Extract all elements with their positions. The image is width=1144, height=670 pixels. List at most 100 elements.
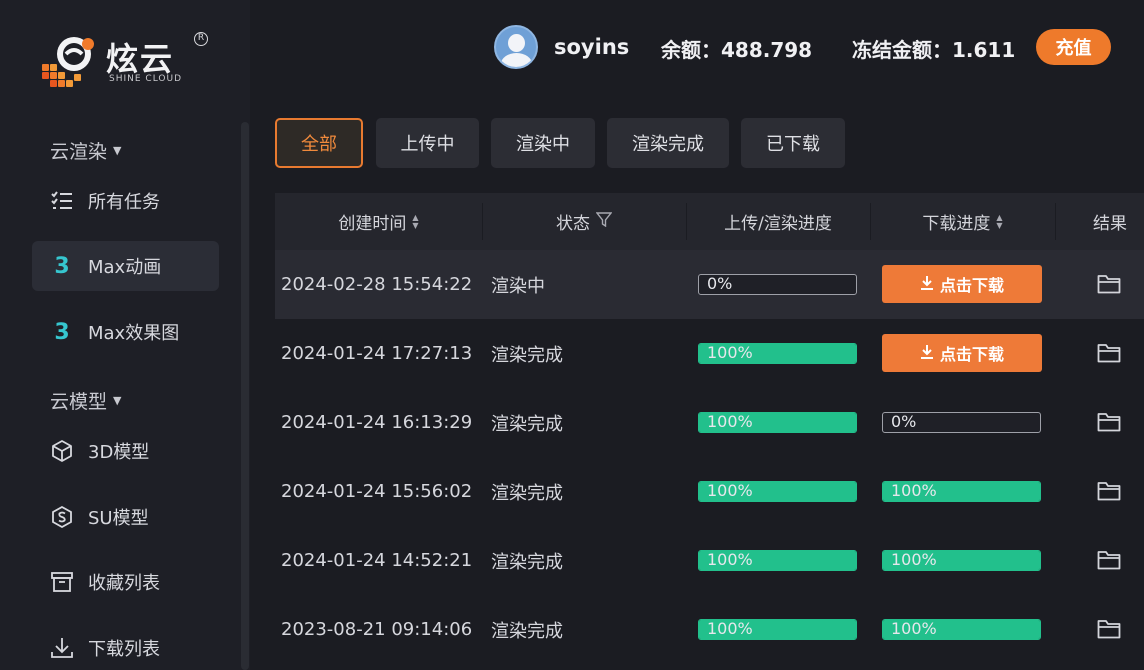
render-progress-bar: 100% bbox=[698, 619, 857, 640]
tab-render-complete[interactable]: 渲染完成 bbox=[607, 118, 729, 168]
sidebar-item-3d-model[interactable]: 3D模型 bbox=[32, 426, 219, 476]
caret-down-icon: ▼ bbox=[113, 144, 122, 157]
folder-icon[interactable] bbox=[1097, 619, 1121, 641]
render-progress-bar: 100% bbox=[698, 412, 857, 433]
status-cell: 渲染中 bbox=[491, 275, 545, 297]
render-progress-text: 100% bbox=[707, 619, 753, 638]
download-progress-bar: 100% bbox=[882, 619, 1041, 640]
task-table: 创建时间 ▲ ▼ 状态 上传/渲染进度 下载进度 ▲ ▼ 结果 2024-02-28… bbox=[275, 193, 1144, 670]
tab-uploading[interactable]: 上传中 bbox=[376, 118, 479, 168]
nav-group-label: 云渲染 bbox=[50, 141, 108, 163]
column-download-progress[interactable]: 下载进度 ▲ ▼ bbox=[870, 193, 1055, 250]
download-progress-text: 100% bbox=[891, 550, 937, 569]
tab-downloaded[interactable]: 已下载 bbox=[741, 118, 845, 168]
created-time-cell: 2024-01-24 17:27:13 bbox=[281, 343, 473, 364]
status-cell: 渲染完成 bbox=[491, 551, 563, 573]
download-button-label: 点击下载 bbox=[939, 276, 1004, 295]
download-progress-bar: 100% bbox=[882, 550, 1041, 571]
render-progress-text: 100% bbox=[707, 343, 753, 362]
status-cell: 渲染完成 bbox=[491, 344, 563, 366]
download-progress-text: 100% bbox=[891, 481, 937, 500]
shine-cloud-logo-icon bbox=[42, 37, 94, 87]
table-row[interactable]: 2024-01-24 14:52:21 渲染完成 100% 100% bbox=[275, 526, 1144, 595]
table-row[interactable]: 2024-01-24 16:13:29 渲染完成 100% 0% bbox=[275, 388, 1144, 457]
sidebar-item-all-tasks[interactable]: 所有任务 bbox=[32, 176, 219, 226]
nav-group-cloud-render[interactable]: 云渲染 ▼ bbox=[50, 137, 121, 164]
tab-rendering[interactable]: 渲染中 bbox=[491, 118, 595, 168]
download-progress-bar: 0% bbox=[882, 412, 1041, 433]
download-progress-bar: 100% bbox=[882, 481, 1041, 502]
frozen-amount-text: 冻结金额：1.611 bbox=[852, 38, 1016, 62]
render-progress-bar: 100% bbox=[698, 343, 857, 364]
nav-group-label: 云模型 bbox=[50, 391, 108, 413]
sort-icon: ▲ ▼ bbox=[996, 212, 1003, 230]
download-button-label: 点击下载 bbox=[939, 345, 1004, 364]
folder-icon[interactable] bbox=[1097, 343, 1121, 365]
render-progress-text: 100% bbox=[707, 481, 753, 500]
download-icon bbox=[50, 636, 74, 660]
sidebar-item-label: Max效果图 bbox=[88, 323, 180, 344]
sidebar: 炫云 R SHINE CLOUD 云渲染 ▼ 所有任务 3 Max动画 3 Ma… bbox=[0, 0, 250, 670]
table-row[interactable]: 2024-01-24 17:27:13 渲染完成 100% 点击下载 bbox=[275, 319, 1144, 388]
filter-icon bbox=[595, 211, 613, 232]
download-button[interactable]: 点击下载 bbox=[882, 334, 1042, 372]
list-icon bbox=[50, 189, 74, 213]
sidebar-item-label: 3D模型 bbox=[88, 442, 150, 463]
sidebar-item-label: 下载列表 bbox=[88, 639, 160, 660]
3dsmax-icon: 3 bbox=[54, 319, 70, 345]
sidebar-item-label: SU模型 bbox=[88, 508, 149, 529]
registered-mark: R bbox=[194, 32, 208, 46]
folder-icon[interactable] bbox=[1097, 550, 1121, 572]
render-progress-bar: 0% bbox=[698, 274, 857, 295]
cube-icon bbox=[50, 439, 74, 463]
balance-text: 余额：488.798 bbox=[661, 38, 813, 62]
table-row[interactable]: 2024-02-28 15:54:22 渲染中 0% 点击下载 bbox=[275, 250, 1144, 319]
status-cell: 渲染完成 bbox=[491, 482, 563, 504]
column-created-time[interactable]: 创建时间 ▲ ▼ bbox=[275, 193, 482, 250]
sidebar-item-max-animation[interactable]: 3 Max动画 bbox=[32, 241, 219, 291]
status-cell: 渲染完成 bbox=[491, 620, 563, 642]
nav-group-cloud-model[interactable]: 云模型 ▼ bbox=[50, 387, 121, 414]
sidebar-item-favorites[interactable]: 收藏列表 bbox=[32, 557, 219, 607]
download-icon bbox=[920, 344, 934, 363]
download-progress-text: 0% bbox=[891, 412, 917, 431]
download-button[interactable]: 点击下载 bbox=[882, 265, 1042, 303]
column-status[interactable]: 状态 bbox=[482, 193, 686, 250]
column-result: 结果 bbox=[1093, 214, 1127, 234]
tab-all[interactable]: 全部 bbox=[275, 118, 363, 168]
created-time-cell: 2024-02-28 15:54:22 bbox=[281, 274, 473, 295]
created-time-cell: 2023-08-21 09:14:06 bbox=[281, 619, 473, 640]
username: soyins bbox=[554, 35, 630, 59]
su-icon bbox=[50, 505, 74, 529]
table-header: 创建时间 ▲ ▼ 状态 上传/渲染进度 下载进度 ▲ ▼ 结果 bbox=[275, 193, 1144, 250]
sidebar-item-su-model[interactable]: SU模型 bbox=[32, 492, 219, 542]
sort-icon: ▲ ▼ bbox=[412, 212, 419, 230]
folder-icon[interactable] bbox=[1097, 481, 1121, 503]
sidebar-item-max-render[interactable]: 3 Max效果图 bbox=[32, 307, 219, 357]
status-cell: 渲染完成 bbox=[491, 413, 563, 435]
render-progress-text: 100% bbox=[707, 550, 753, 569]
created-time-cell: 2024-01-24 14:52:21 bbox=[281, 550, 473, 571]
brand-logo[interactable]: 炫云 R SHINE CLOUD bbox=[40, 30, 220, 92]
folder-icon[interactable] bbox=[1097, 412, 1121, 434]
3dsmax-icon: 3 bbox=[54, 253, 70, 279]
render-progress-text: 0% bbox=[707, 274, 733, 293]
table-row[interactable]: 2023-08-21 09:14:06 渲染完成 100% 100% bbox=[275, 595, 1144, 664]
download-icon bbox=[920, 275, 934, 294]
archive-icon bbox=[50, 570, 74, 594]
sidebar-item-label: 所有任务 bbox=[88, 192, 160, 213]
created-time-cell: 2024-01-24 16:13:29 bbox=[281, 412, 473, 433]
sidebar-item-downloads[interactable]: 下载列表 bbox=[32, 623, 219, 670]
folder-icon[interactable] bbox=[1097, 274, 1121, 296]
sidebar-scrollbar[interactable] bbox=[241, 122, 249, 670]
user-profile[interactable]: soyins bbox=[494, 25, 629, 69]
sidebar-item-label: Max动画 bbox=[88, 257, 162, 278]
brand-subtitle: SHINE CLOUD bbox=[109, 74, 182, 84]
recharge-button[interactable]: 充值 bbox=[1036, 29, 1111, 65]
sidebar-item-label: 收藏列表 bbox=[88, 573, 160, 594]
avatar[interactable] bbox=[494, 25, 538, 69]
render-progress-bar: 100% bbox=[698, 550, 857, 571]
caret-down-icon: ▼ bbox=[113, 394, 122, 407]
table-row[interactable]: 2024-01-24 15:56:02 渲染完成 100% 100% bbox=[275, 457, 1144, 526]
column-upload-render-progress: 上传/渲染进度 bbox=[724, 214, 832, 234]
